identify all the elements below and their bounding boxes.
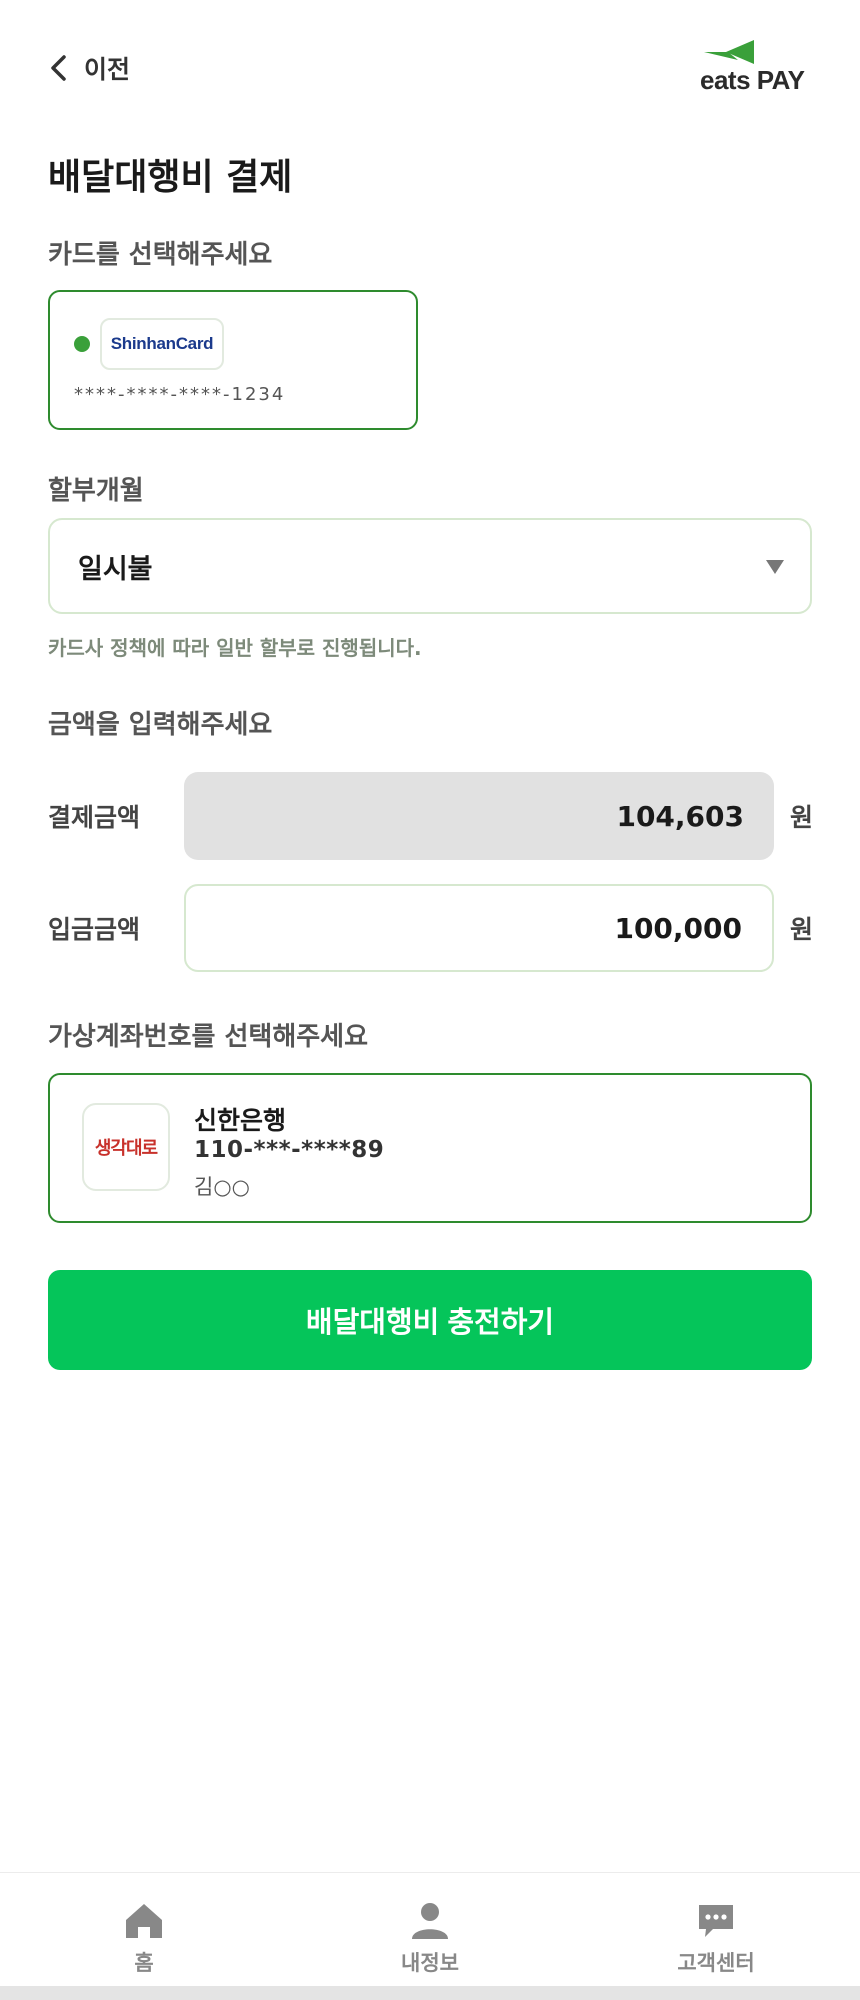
home-icon: [126, 1904, 162, 1938]
installment-helper: 카드사 정책에 따라 일반 할부로 진행됩니다.: [48, 636, 422, 660]
amount-section-label: 금액을 입력해주세요: [48, 710, 273, 740]
nav-label-profile: 내정보: [401, 1951, 459, 1975]
chevron-left-icon: [51, 55, 66, 81]
bank-name: 신한은행: [194, 1106, 287, 1135]
nav-item-home[interactable]: 홈: [64, 1901, 224, 1981]
account-holder: 김○○: [194, 1175, 250, 1199]
deposit-amount-label: 입금금액: [48, 915, 141, 944]
bottom-strip: [0, 1986, 860, 2000]
person-icon: [412, 1903, 448, 1939]
nav-item-profile[interactable]: 내정보: [350, 1901, 510, 1981]
nav-item-support[interactable]: 고객센터: [636, 1901, 796, 1981]
selected-indicator: [74, 336, 90, 352]
saenggakdaero-logo: 생각대로: [82, 1103, 170, 1191]
logo-text: eats PAY: [700, 65, 805, 95]
charge-button[interactable]: 배달대행비 충전하기: [48, 1270, 812, 1370]
logo-mark-icon: [704, 40, 754, 64]
account-section-label: 가상계좌번호를 선택해주세요: [48, 1022, 369, 1052]
header: 이전 eats PAY: [0, 0, 860, 130]
installment-label: 할부개월: [48, 476, 144, 506]
bottom-nav: 홈 내정보 고객센터: [0, 1872, 860, 1986]
back-label: 이전: [84, 55, 131, 84]
nav-label-support: 고객센터: [677, 1951, 755, 1975]
deposit-amount-input[interactable]: 100,000: [184, 884, 774, 972]
payment-amount-unit: 원: [790, 803, 814, 832]
shinhan-card-logo: ShinhanCard: [100, 318, 224, 370]
card-option[interactable]: ShinhanCard ****-****-****-1234: [48, 290, 418, 430]
account-number: 110-***-****89: [194, 1137, 385, 1163]
card-section-label: 카드를 선택해주세요: [48, 240, 273, 270]
virtual-account-option[interactable]: 생각대로 신한은행 110-***-****89 김○○: [48, 1073, 812, 1223]
installment-value: 일시불: [78, 553, 153, 585]
chat-icon: [699, 1905, 733, 1937]
page-title: 배달대행비 결제: [48, 157, 293, 198]
card-number: ****-****-****-1234: [74, 384, 286, 405]
back-button[interactable]: 이전: [48, 48, 130, 88]
payment-amount-field: 104,603: [184, 772, 774, 860]
eats-pay-logo: eats PAY: [700, 38, 812, 96]
nav-label-home: 홈: [134, 1951, 154, 1975]
payment-amount-label: 결제금액: [48, 803, 141, 832]
installment-select[interactable]: 일시불: [48, 518, 812, 614]
deposit-amount-unit: 원: [790, 915, 814, 944]
dropdown-arrow-icon: [766, 560, 784, 574]
